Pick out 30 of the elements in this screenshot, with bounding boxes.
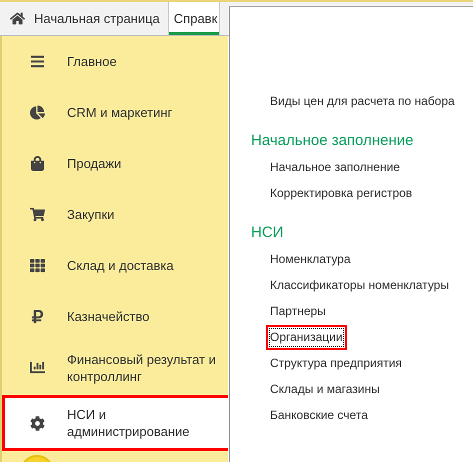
shopping-bag-icon [29,156,45,171]
menu-link[interactable]: Начальное заполнение [266,155,404,180]
menu-link[interactable]: Классификаторы номенклатуры [266,273,453,298]
menu-link[interactable]: Виды цен для расчета по набора [266,89,459,114]
tab[interactable]: Справк [168,2,220,35]
sidebar-item[interactable]: Казначейство [2,291,228,342]
bar-chart-icon [29,360,45,375]
pie-chart-icon [29,105,45,120]
menu-link[interactable]: Организации [266,325,347,350]
menu-link[interactable]: Структура предприятия [266,351,406,376]
shopping-cart-icon [29,207,45,222]
section-title: НСИ [251,224,284,241]
section-title: Начальное заполнение [251,132,414,149]
ruble-icon [29,309,45,324]
list-icon [29,54,45,69]
menu-link[interactable]: Номенклатура [266,247,355,272]
menu-link[interactable]: Корректировка регистров [266,181,416,206]
sidebar-item[interactable]: CRM и маркетинг [2,87,228,138]
settings-icon [29,416,45,430]
grid-icon [29,258,45,273]
menu-link[interactable]: Склады и магазины [266,377,384,402]
sidebar-item[interactable]: Продажи [2,138,228,189]
menu-link[interactable]: Банковские счета [266,403,372,428]
sidebar-item[interactable]: Закупки [2,189,228,240]
sidebar-item[interactable]: Финансовый результат и контроллинг [2,342,228,393]
sidebar-item[interactable]: Главное [2,36,228,87]
sidebar-item[interactable]: НСИ и администрирование [2,395,228,451]
sidebar-item[interactable]: Склад и доставка [2,240,228,291]
menu-link[interactable]: Партнеры [266,299,330,324]
home-icon [10,11,25,26]
